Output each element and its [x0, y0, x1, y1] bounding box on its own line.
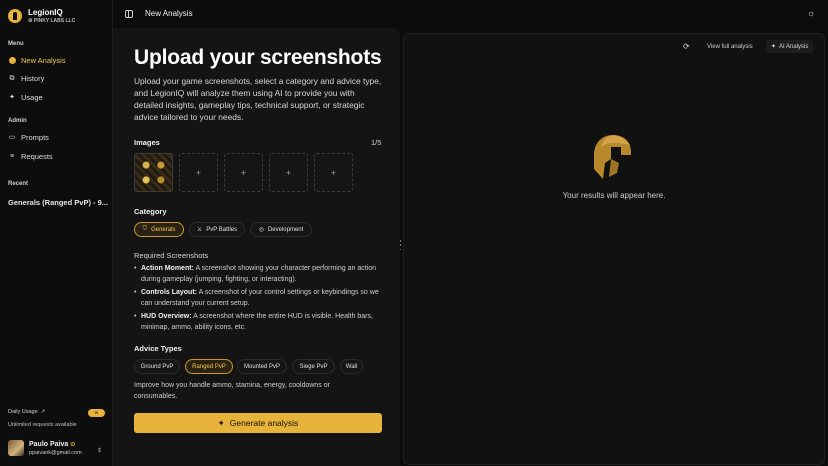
results-panel: ⟳ View full analysis ✦ AI Analysis Your … — [403, 33, 825, 465]
view-full-analysis-button[interactable]: View full analysis — [704, 42, 756, 52]
brand-org-label: PINKY LABS LLC — [33, 18, 76, 24]
add-image-slot[interactable]: + — [179, 153, 218, 192]
sidebar-item-history[interactable]: ⧉ History — [8, 74, 45, 83]
category-pvp-battles[interactable]: ⚔ PvP Battles — [189, 222, 245, 237]
toggle-sidebar-icon[interactable] — [125, 10, 133, 18]
advice-label-text: Wall — [345, 363, 358, 370]
category-label-text: Development — [267, 226, 304, 233]
globe-icon: ◎ — [258, 227, 264, 233]
advice-label-text: Ground PvP — [140, 363, 174, 370]
user-info: Paulo Paiva ⊙ ppaivank@gmail.com — [29, 441, 82, 456]
advice-wall[interactable]: Wall — [340, 359, 363, 374]
sidebar-item-label: Usage — [21, 93, 43, 102]
requirement-title: HUD Overview: — [141, 313, 192, 320]
sparkles-icon: ✦ — [771, 44, 777, 50]
requirement-title: Controls Layout: — [141, 289, 197, 296]
add-image-slot[interactable]: + — [224, 153, 263, 192]
brand-org: ⚙ PINKY LABS LLC — [28, 18, 76, 24]
requirement-title: Action Moment: — [141, 265, 194, 272]
ai-analysis-label: AI Analysis — [779, 43, 809, 50]
upload-panel: Upload your screenshots Upload your game… — [113, 28, 400, 466]
brand[interactable]: LegionIQ ⚙ PINKY LABS LLC — [8, 8, 75, 24]
results-placeholder: Your results will appear here. — [562, 191, 666, 200]
plus-icon: + — [330, 167, 337, 178]
recent-item[interactable]: Generals (Ranged PvP) - 9... — [8, 198, 108, 207]
external-link-icon: ↗ — [40, 409, 46, 415]
list-icon: ≡ — [9, 153, 15, 160]
advice-description: Improve how you handle ammo, stamina, en… — [134, 382, 330, 400]
category-development[interactable]: ◎ Development — [250, 222, 312, 237]
advice-label-text: Siege PvP — [299, 363, 328, 370]
refresh-icon[interactable]: ⟳ — [683, 42, 690, 51]
sidebar-item-usage[interactable]: ✦ Usage — [8, 93, 43, 102]
sidebar-item-requests[interactable]: ≡ Requests — [8, 152, 53, 161]
sidebar-item-label: Requests — [21, 152, 53, 161]
brand-text: LegionIQ ⚙ PINKY LABS LLC — [28, 8, 75, 24]
add-image-slot[interactable]: + — [314, 153, 353, 192]
advice-label-text: Mounted PvP — [243, 363, 281, 370]
menu-section-label: Menu — [8, 41, 24, 47]
ai-analysis-button[interactable]: ✦ AI Analysis — [766, 40, 814, 53]
advice-mounted-pvp[interactable]: Mounted PvP — [237, 359, 287, 374]
history-icon: ⧉ — [9, 75, 15, 82]
sidebar-item-prompts[interactable]: ▭ Prompts — [8, 133, 49, 142]
avatar — [8, 440, 24, 456]
advice-ranged-pvp[interactable]: Ranged PvP — [185, 359, 233, 374]
list-item: Action Moment: A screenshot showing your… — [134, 264, 384, 285]
images-count: 1/5 — [371, 138, 382, 147]
daily-usage-label: Daily Usage — [8, 409, 38, 415]
upload-heading: Upload your screenshots — [134, 46, 382, 69]
generate-analysis-button[interactable]: ✦ Generate analysis — [134, 413, 382, 433]
category-label-text: PvP Battles — [206, 226, 238, 233]
advice-types-label: Advice Types — [134, 344, 182, 353]
user-name-row: Paulo Paiva ⊙ — [29, 441, 82, 448]
user-menu[interactable]: Paulo Paiva ⊙ ppaivank@gmail.com — [8, 440, 82, 456]
sparkles-icon: ✦ — [9, 94, 15, 101]
sidebar-item-label: Prompts — [21, 133, 49, 142]
user-name: Paulo Paiva — [29, 440, 69, 448]
list-item: Controls Layout: A screenshot of your co… — [134, 288, 384, 309]
theme-toggle-sun-icon[interactable]: ☼ — [807, 8, 815, 18]
sparkles-icon: ✦ — [217, 417, 225, 428]
upload-intro: Upload your game screenshots, select a c… — [134, 76, 382, 122]
user-email: ppaivank@gmail.com — [29, 449, 82, 456]
category-generals[interactable]: ⛉ Generals — [134, 222, 184, 237]
legion-helmet-logo-icon — [8, 9, 22, 23]
sword-icon: ⚔ — [196, 227, 203, 233]
daily-usage-link[interactable]: Daily Usage ↗ — [8, 409, 45, 415]
uploaded-image-thumbnail[interactable] — [134, 153, 173, 192]
sidebar-item-label: New Analysis — [21, 56, 66, 65]
usage-subtitle: Unlimited requests available — [8, 422, 77, 428]
app-root: LegionIQ ⚙ PINKY LABS LLC Menu New Analy… — [0, 0, 828, 466]
images-label: Images — [134, 138, 160, 147]
advice-label-text: Ranged PvP — [192, 363, 226, 370]
chat-icon: ▭ — [8, 134, 16, 141]
sidebar: LegionIQ ⚙ PINKY LABS LLC Menu New Analy… — [0, 0, 113, 466]
sidebar-item-label: History — [21, 74, 45, 83]
brand-name: LegionIQ — [28, 8, 63, 17]
plus-icon: + — [240, 167, 247, 178]
recent-section-label: Recent — [8, 181, 29, 187]
advice-ground-pvp[interactable]: Ground PvP — [134, 359, 180, 374]
advice-siege-pvp[interactable]: Siege PvP — [292, 359, 335, 374]
category-label-text: Generals — [151, 226, 176, 233]
required-screenshots-label: Required Screenshots — [134, 251, 209, 260]
add-image-slot[interactable]: + — [269, 153, 308, 192]
chevron-up-down-icon[interactable]: ⇕ — [97, 447, 102, 454]
usage-badge: ∞ — [88, 409, 105, 417]
sidebar-item-new-analysis[interactable]: New Analysis — [8, 56, 66, 65]
plus-icon: + — [285, 167, 292, 178]
plus-icon: + — [195, 167, 202, 178]
admin-section-label: Admin — [8, 118, 27, 124]
legion-helmet-icon — [594, 135, 632, 179]
generate-analysis-label: Generate analysis — [229, 418, 299, 428]
dot-icon — [8, 57, 16, 65]
page-title: New Analysis — [145, 9, 193, 18]
category-label: Category — [134, 207, 167, 216]
list-item: HUD Overview: A screenshot where the ent… — [134, 312, 384, 333]
required-screenshots-list: Action Moment: A screenshot showing your… — [134, 264, 384, 336]
helmet-icon: ⛉ — [142, 226, 148, 232]
verified-icon: ⊙ — [70, 441, 76, 448]
top-bar: New Analysis ☼ — [113, 0, 828, 28]
